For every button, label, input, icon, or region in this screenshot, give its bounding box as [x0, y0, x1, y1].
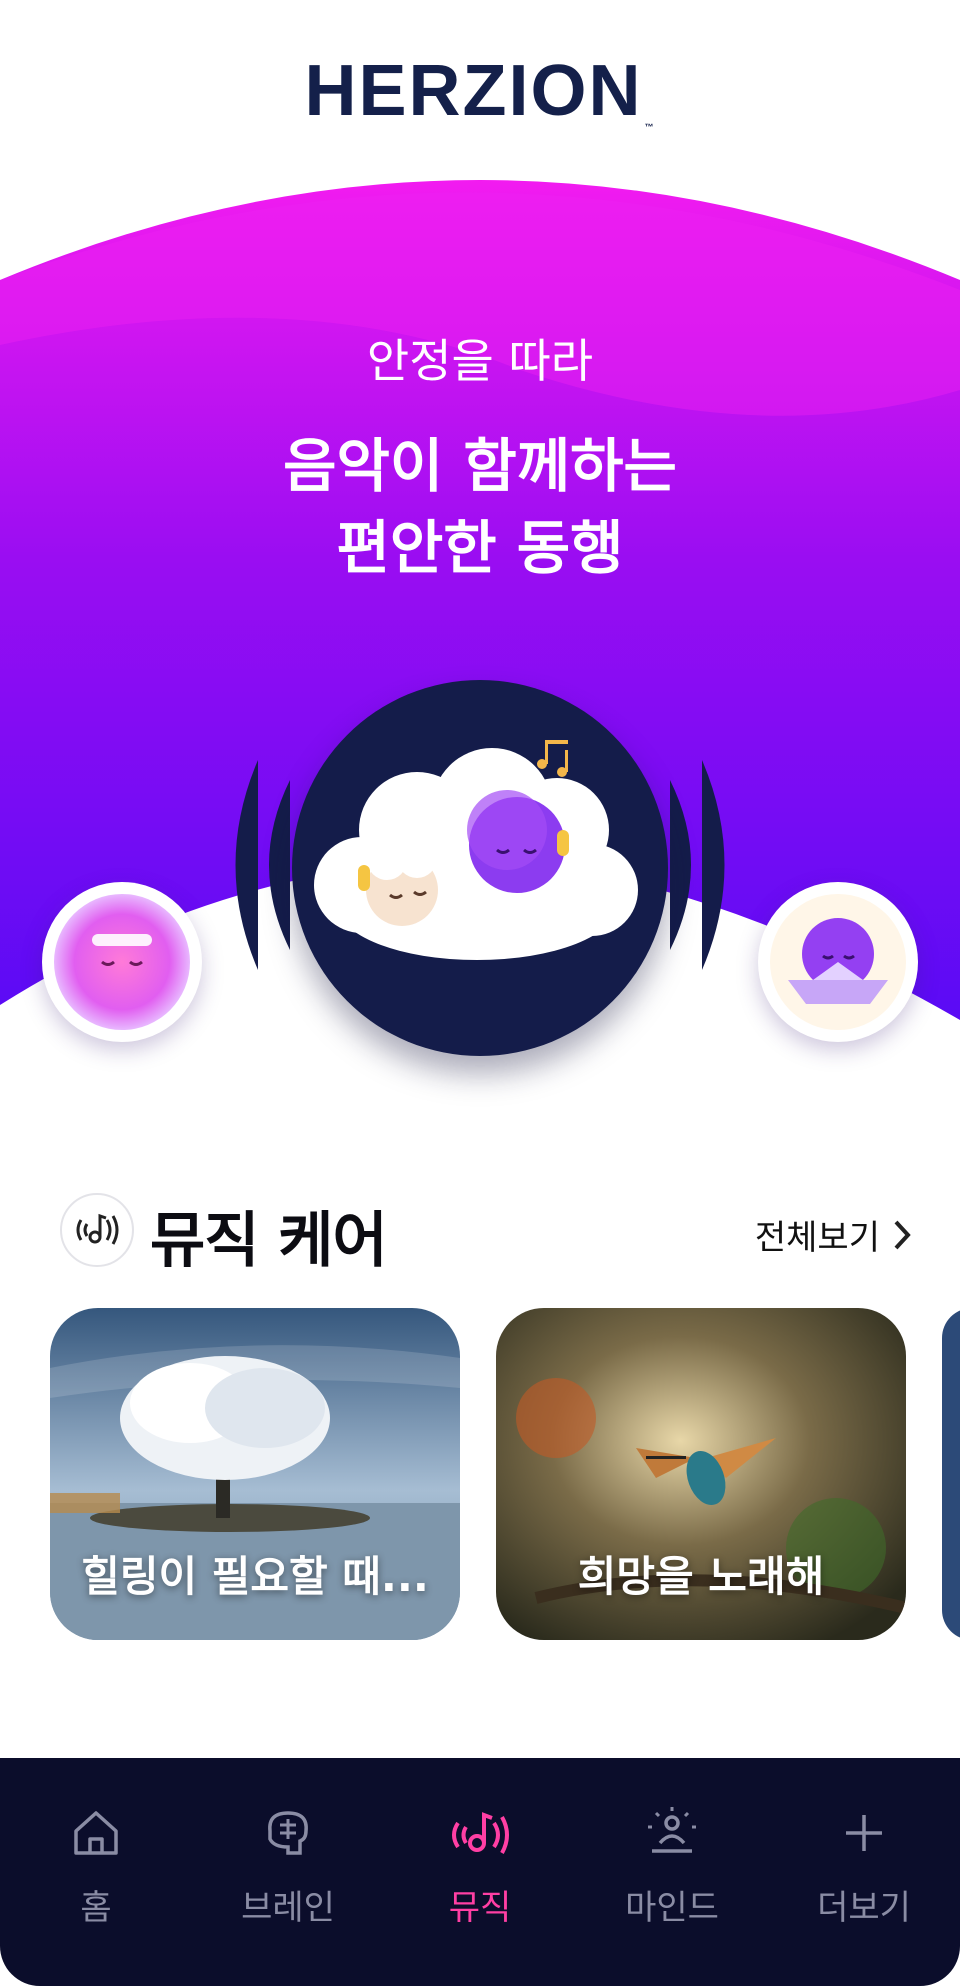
character-button-boat[interactable]: [758, 882, 918, 1042]
brand-logo-text: HERZION: [304, 51, 643, 131]
nav-item-brain[interactable]: 브레인: [192, 1798, 384, 1929]
sleeping-characters-illustration: [314, 740, 638, 960]
brand-logo: HERZION ™: [0, 50, 960, 132]
nav-item-mind[interactable]: 마인드: [576, 1798, 768, 1929]
hero-title: 음악이 함께하는 편안한 동행: [0, 425, 960, 589]
meditation-icon: [576, 1798, 768, 1868]
plus-icon: [768, 1798, 960, 1868]
boat-character-icon: [770, 894, 906, 1030]
section-title: 뮤직 케어: [150, 1206, 388, 1276]
bottom-navigation: 홈 브레인 뮤직 마인드 더보기: [0, 1758, 960, 1986]
music-notes-icon: [537, 740, 568, 777]
sound-wave-right-icon: [670, 760, 725, 970]
brain-icon: [192, 1798, 384, 1868]
chevron-right-icon: [894, 1220, 911, 1249]
see-all-link[interactable]: 전체보기: [755, 1210, 912, 1259]
nav-label-more: 더보기: [817, 1888, 911, 1928]
hero-banner: 안정을 따라 음악이 함께하는 편안한 동행: [0, 170, 960, 1070]
music-card-hope[interactable]: 희망을 노래해: [496, 1308, 906, 1640]
nav-label-home: 홈: [80, 1888, 112, 1928]
music-card-next[interactable]: [942, 1308, 960, 1640]
hero-subtitle: 안정을 따라: [366, 334, 594, 388]
nav-label-music: 뮤직: [448, 1888, 512, 1928]
music-care-header: 뮤직 케어 전체보기: [0, 1190, 960, 1276]
home-icon: [0, 1798, 192, 1868]
pink-character-icon: [54, 894, 190, 1030]
card-label: 희망을 노래해: [577, 1552, 825, 1601]
hero-title-line2: 편안한 동행: [336, 514, 624, 582]
card-label: 힐링이 필요할 때...: [81, 1552, 429, 1601]
nav-item-more[interactable]: 더보기: [768, 1798, 960, 1929]
next-card-image: [942, 1308, 960, 1640]
nav-item-music[interactable]: 뮤직: [384, 1798, 576, 1929]
sound-wave-left-icon: [235, 760, 290, 970]
see-all-label: 전체보기: [754, 1218, 880, 1258]
music-icon: [384, 1798, 576, 1868]
hero-title-line1: 음악이 함께하는: [283, 432, 677, 500]
app-screen: HERZION ™ 안정을 따라 음악이 함께하는 편안한 동행 뮤직 케어 전…: [0, 0, 960, 1986]
music-care-carousel[interactable]: 힐링이 필요할 때... 희망을 노래해: [0, 1308, 960, 1640]
music-card-healing[interactable]: 힐링이 필요할 때...: [50, 1308, 460, 1640]
music-note-waves-icon: [60, 1193, 134, 1267]
music-player-disc[interactable]: [292, 680, 668, 1056]
header: HERZION ™: [0, 0, 960, 175]
nav-label-mind: 마인드: [625, 1888, 719, 1928]
nav-item-home[interactable]: 홈: [0, 1798, 192, 1929]
character-button-pink[interactable]: [42, 882, 202, 1042]
nav-label-brain: 브레인: [241, 1888, 335, 1928]
trademark-mark: ™: [644, 122, 656, 132]
